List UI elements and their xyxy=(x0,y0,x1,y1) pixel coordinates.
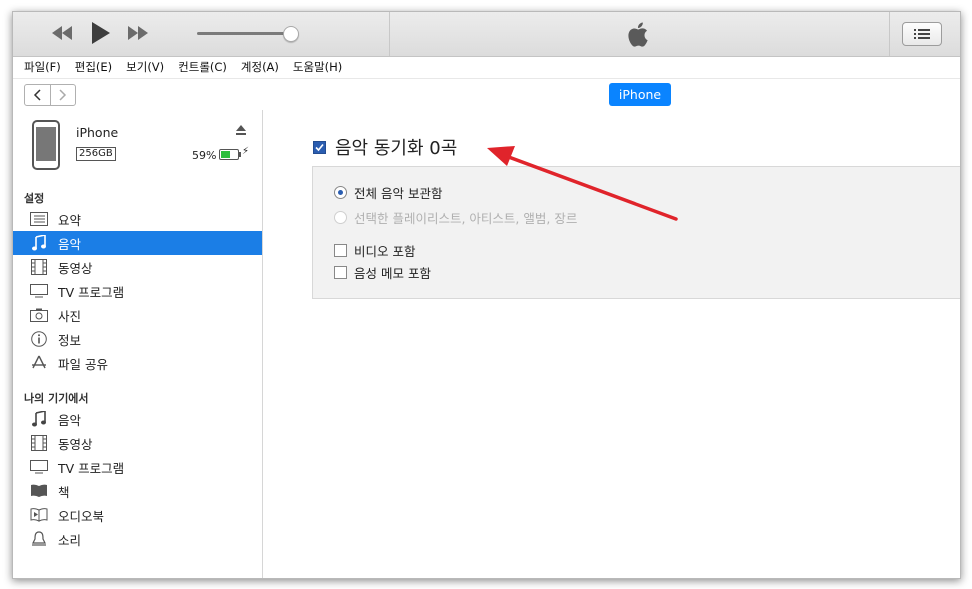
sidebar-item-label: 책 xyxy=(58,484,70,500)
sidebar-item-label: TV 프로그램 xyxy=(58,460,125,476)
music-note-icon xyxy=(30,411,48,427)
app-store-icon xyxy=(30,355,48,371)
film-icon xyxy=(30,435,48,451)
sidebar-item-summary[interactable]: 요약 xyxy=(13,207,262,231)
tv-icon xyxy=(30,283,48,299)
toolbar-right xyxy=(889,12,960,56)
bell-icon xyxy=(30,531,48,547)
sidebar-item-device-music[interactable]: 음악 xyxy=(13,407,262,431)
book-icon xyxy=(30,483,48,499)
camera-icon xyxy=(30,307,48,323)
sidebar-item-label: TV 프로그램 xyxy=(58,284,125,300)
audiobook-icon xyxy=(30,507,48,523)
sidebar-item-device-audiobooks[interactable]: 오디오북 xyxy=(13,503,262,527)
chevron-left-icon xyxy=(34,89,41,101)
list-view-button[interactable] xyxy=(902,22,942,46)
list-view-icon xyxy=(914,29,930,39)
storage-capacity: 256GB xyxy=(76,147,116,161)
sidebar-item-info[interactable]: 정보 xyxy=(13,327,262,351)
battery-percentage: 59% xyxy=(192,149,217,162)
include-videos-label: 비디오 포함 xyxy=(354,244,416,259)
option-include-videos[interactable]: 비디오 포함 xyxy=(334,241,415,260)
playback-controls xyxy=(13,12,390,56)
sidebar-item-tv-shows[interactable]: TV 프로그램 xyxy=(13,279,262,303)
sync-music-label: 음악 동기화 0곡 xyxy=(335,138,458,159)
sidebar-item-music[interactable]: 음악 xyxy=(13,231,262,255)
sidebar-item-file-sharing[interactable]: 파일 공유 xyxy=(13,351,262,375)
entire-library-label: 전체 음악 보관함 xyxy=(354,186,443,201)
music-note-icon xyxy=(30,235,48,251)
sidebar-item-device-tones[interactable]: 소리 xyxy=(13,527,262,551)
charging-bolt-icon: ⚡ xyxy=(242,146,250,157)
toolbar xyxy=(13,12,960,57)
sync-music-checkbox[interactable] xyxy=(313,140,326,154)
sidebar-item-label: 음악 xyxy=(58,412,82,428)
sidebar-item-label: 소리 xyxy=(58,532,82,548)
device-button[interactable]: iPhone xyxy=(609,83,671,106)
fast-forward-icon xyxy=(128,26,148,40)
device-name: iPhone xyxy=(76,125,119,140)
sidebar-item-label: 오디오북 xyxy=(58,508,105,524)
fast-forward-button[interactable] xyxy=(125,22,151,44)
sidebar-item-device-tv-shows[interactable]: TV 프로그램 xyxy=(13,455,262,479)
eject-icon[interactable] xyxy=(235,124,247,136)
info-icon xyxy=(30,331,48,347)
iphone-device-icon xyxy=(32,120,60,170)
include-voice-memos-checkbox[interactable] xyxy=(334,266,347,279)
main-content: 음악 동기화 0곡 전체 음악 보관함 선택한 플레이리스트, 아티스트, 앨범… xyxy=(263,110,960,578)
entire-library-radio[interactable] xyxy=(334,186,347,199)
rewind-button[interactable] xyxy=(49,22,75,44)
itunes-window: 파일(F) 편집(E) 보기(V) 컨트롤(C) 계정(A) 도움말(H) iP… xyxy=(12,11,961,579)
include-videos-checkbox[interactable] xyxy=(334,244,347,257)
film-icon xyxy=(30,259,48,275)
history-buttons xyxy=(24,84,76,106)
sidebar-item-label: 음악 xyxy=(58,236,82,252)
option-include-voice-memos[interactable]: 음성 메모 포함 xyxy=(334,263,431,282)
sidebar: iPhone 256GB 59% ⚡ 설정 요약 음악 동영상 TV 프로그램 … xyxy=(13,110,263,578)
sidebar-item-photos[interactable]: 사진 xyxy=(13,303,262,327)
sidebar-item-label: 동영상 xyxy=(58,436,93,452)
menu-file[interactable]: 파일(F) xyxy=(24,59,61,75)
sidebar-item-label: 요약 xyxy=(58,212,82,228)
volume-slider[interactable] xyxy=(197,32,291,35)
sidebar-item-movies[interactable]: 동영상 xyxy=(13,255,262,279)
menu-bar: 파일(F) 편집(E) 보기(V) 컨트롤(C) 계정(A) 도움말(H) xyxy=(13,57,960,77)
back-button[interactable] xyxy=(25,85,51,105)
menu-controls[interactable]: 컨트롤(C) xyxy=(178,59,227,75)
summary-icon xyxy=(30,211,48,227)
sidebar-item-label: 파일 공유 xyxy=(58,356,108,372)
include-voice-memos-label: 음성 메모 포함 xyxy=(354,266,431,281)
forward-button[interactable] xyxy=(51,85,76,105)
menu-account[interactable]: 계정(A) xyxy=(241,59,279,75)
rewind-icon xyxy=(52,26,72,40)
navigation-bar: iPhone xyxy=(13,78,960,111)
on-my-device-header: 나의 기기에서 xyxy=(24,392,89,405)
sync-music-row: 음악 동기화 0곡 xyxy=(313,134,457,160)
option-selected-items: 선택한 플레이리스트, 아티스트, 앨범, 장르 xyxy=(334,208,577,227)
menu-view[interactable]: 보기(V) xyxy=(126,59,164,75)
option-entire-library[interactable]: 전체 음악 보관함 xyxy=(334,183,442,202)
selected-items-label: 선택한 플레이리스트, 아티스트, 앨범, 장르 xyxy=(354,211,578,226)
sidebar-item-device-books[interactable]: 책 xyxy=(13,479,262,503)
play-button[interactable] xyxy=(89,22,113,44)
tv-icon xyxy=(30,459,48,475)
checkmark-icon xyxy=(315,143,324,151)
chevron-right-icon xyxy=(59,89,66,101)
selected-items-radio xyxy=(334,211,347,224)
sync-options-panel: 전체 음악 보관함 선택한 플레이리스트, 아티스트, 앨범, 장르 비디오 포… xyxy=(312,166,960,299)
menu-help[interactable]: 도움말(H) xyxy=(293,59,342,75)
sidebar-item-label: 동영상 xyxy=(58,260,93,276)
sidebar-item-device-movies[interactable]: 동영상 xyxy=(13,431,262,455)
sidebar-item-label: 정보 xyxy=(58,332,82,348)
settings-header: 설정 xyxy=(24,192,45,205)
menu-edit[interactable]: 편집(E) xyxy=(75,59,112,75)
sidebar-item-label: 사진 xyxy=(58,308,82,324)
battery-icon xyxy=(219,149,241,160)
apple-logo-icon xyxy=(628,22,648,47)
play-icon xyxy=(92,22,110,44)
volume-slider-knob[interactable] xyxy=(283,26,299,42)
